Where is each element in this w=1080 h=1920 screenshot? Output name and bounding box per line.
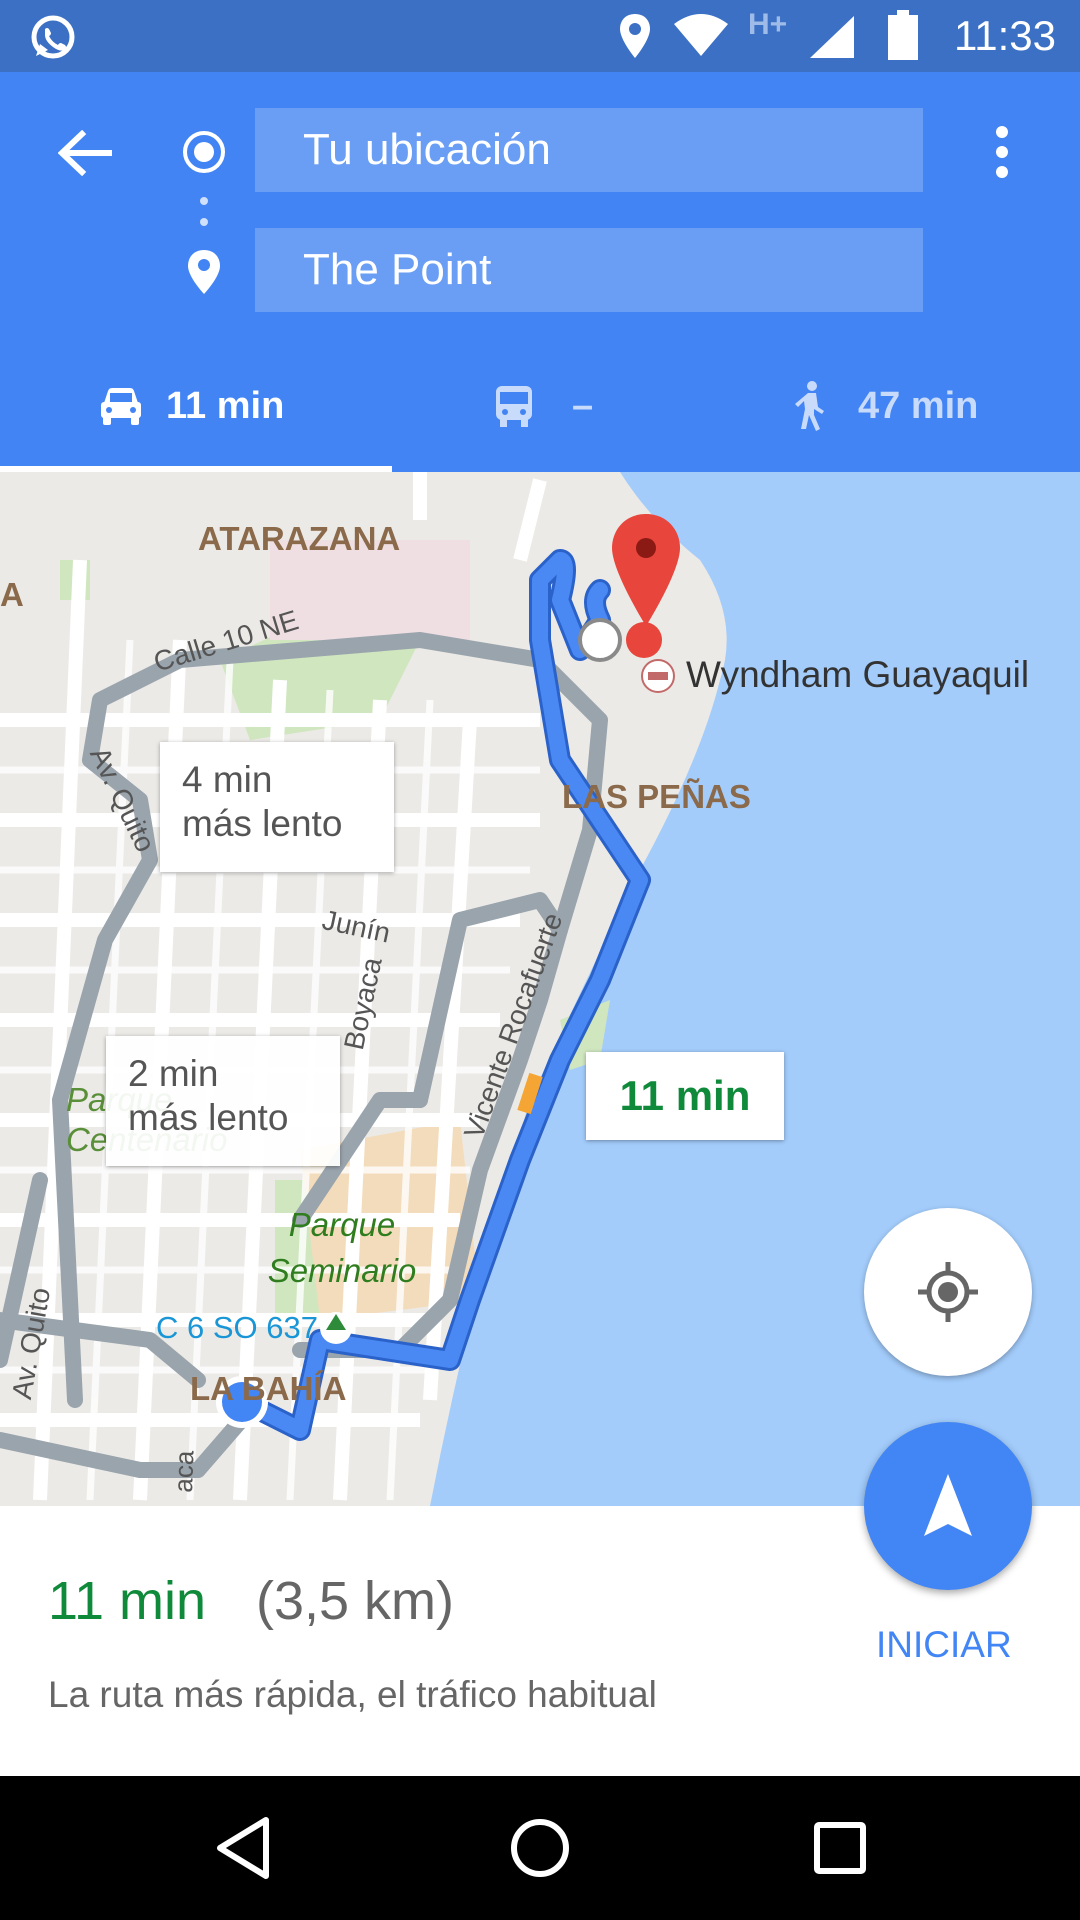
start-label[interactable]: INICIAR: [876, 1624, 1012, 1666]
my-location-icon: [918, 1262, 978, 1322]
bus-icon: [496, 386, 532, 427]
battery-icon: [888, 10, 918, 60]
summary-duration: 11 min: [48, 1571, 207, 1631]
alt-route-2-note: más lento: [128, 1097, 289, 1138]
more-options-icon[interactable]: [990, 124, 1014, 180]
hotel-icon: [641, 659, 675, 693]
walking-time: 47 min: [858, 384, 979, 427]
main-route-callout[interactable]: 11 min: [586, 1052, 784, 1140]
map-label-street-bottom: aca: [168, 1450, 200, 1494]
alt-route-1-time: 4 min: [182, 759, 273, 800]
tab-walking[interactable]: 47 min: [792, 340, 978, 472]
route-dots-icon: [200, 197, 208, 226]
signal-icon: [810, 16, 854, 58]
origin-field[interactable]: Tu ubicación: [255, 108, 923, 192]
map-label-parque-seminario: Parque Seminario: [267, 1206, 417, 1289]
transit-time: –: [572, 384, 594, 427]
status-bar: H+ 11:33: [0, 0, 1080, 72]
alt-route-1-note: más lento: [182, 803, 343, 844]
summary-distance: (3,5 km): [256, 1571, 455, 1631]
park-tree-icon: [320, 1312, 352, 1344]
car-icon: [101, 388, 141, 425]
map-label-wyndham[interactable]: Wyndham Guayaquil: [686, 654, 1029, 696]
map-label-a: A: [0, 576, 24, 613]
tab-transit[interactable]: –: [494, 340, 593, 472]
destination-field[interactable]: The Point: [255, 228, 923, 312]
origin-icon: [183, 131, 225, 173]
map-label-address: C 6 SO 637: [156, 1310, 318, 1345]
network-type: H+: [748, 8, 788, 41]
system-navigation-bar: [0, 1776, 1080, 1920]
map-view[interactable]: ATARAZANA A LAS PEÑAS Wyndham Guayaquil …: [0, 472, 1080, 1506]
status-time: 11:33: [954, 12, 1056, 59]
driving-time: 11 min: [166, 384, 285, 427]
alt-route-callout-1[interactable]: 4 min más lento: [160, 742, 394, 872]
walking-icon: [795, 381, 824, 431]
travel-mode-tabs: 11 min – 47 min: [0, 340, 1080, 472]
back-arrow-icon[interactable]: [58, 130, 112, 176]
recents-icon[interactable]: [814, 1822, 866, 1874]
tab-driving[interactable]: 11 min: [98, 340, 284, 472]
wifi-icon: [674, 14, 728, 56]
navigation-arrow-icon: [924, 1474, 972, 1536]
map-label-atarazana: ATARAZANA: [198, 520, 401, 557]
home-icon[interactable]: [510, 1818, 570, 1878]
summary-description: La ruta más rápida, el tráfico habitual: [48, 1674, 657, 1715]
back-icon[interactable]: [214, 1816, 270, 1880]
map-label-las-penas: LAS PEÑAS: [562, 778, 751, 815]
alt-route-2-time: 2 min: [128, 1053, 219, 1094]
main-route-time: 11 min: [619, 1072, 751, 1119]
map-label-la-bahia: LA BAHÍA: [190, 1370, 347, 1407]
route-end-dot: [578, 618, 622, 662]
my-location-button[interactable]: [864, 1208, 1032, 1376]
location-icon: [620, 14, 650, 58]
destination-pin-icon: [188, 250, 220, 294]
start-navigation-button[interactable]: [864, 1422, 1032, 1590]
alt-route-callout-2[interactable]: 2 min más lento: [106, 1036, 340, 1166]
whatsapp-icon: [31, 15, 75, 59]
